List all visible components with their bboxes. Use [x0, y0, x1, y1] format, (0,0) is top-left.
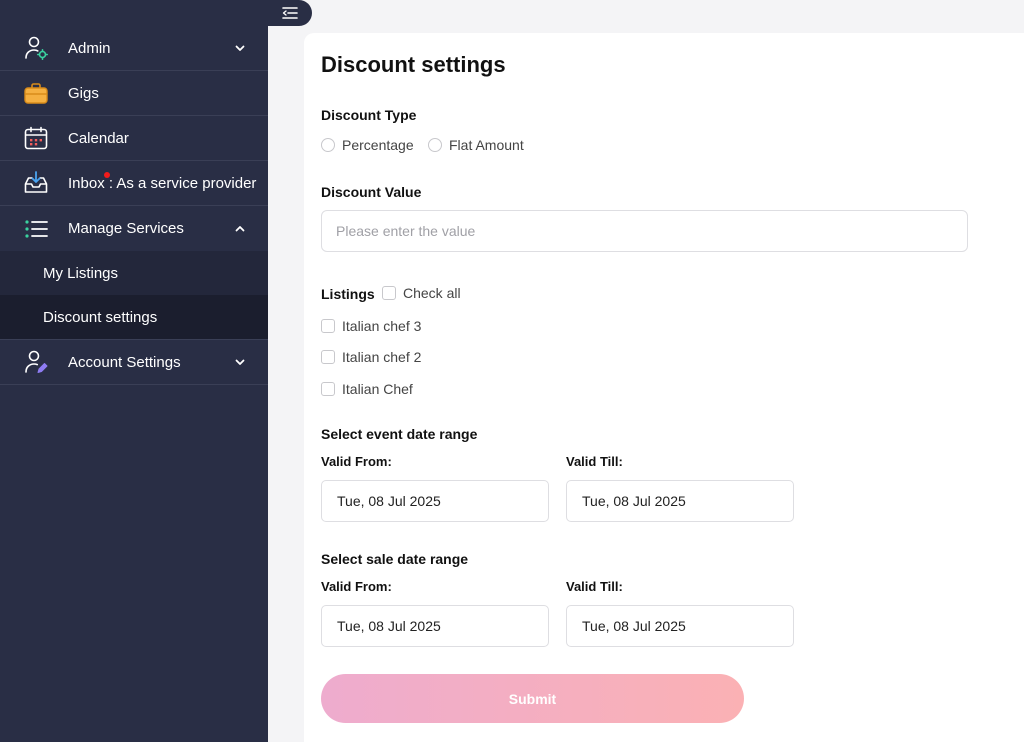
list-icon — [22, 215, 50, 243]
checkbox-box — [321, 319, 335, 333]
briefcase-icon — [22, 79, 50, 107]
checkbox-box — [321, 350, 335, 364]
sidebar-item-gigs[interactable]: Gigs — [0, 71, 268, 116]
sale-valid-from-label: Valid From: — [321, 579, 392, 594]
sidebar-collapse-button[interactable] — [268, 0, 312, 26]
sale-valid-till-input[interactable]: Tue, 08 Jul 2025 — [566, 605, 794, 647]
submit-button[interactable]: Submit — [321, 674, 744, 723]
sidebar-subitem-label: My Listings — [43, 264, 119, 282]
sidebar-subitem-my-listings[interactable]: My Listings — [0, 251, 268, 295]
sidebar-item-label: Calendar — [68, 129, 129, 147]
sidebar-item-label: Manage Services — [68, 220, 184, 237]
sale-date-range-label: Select sale date range — [321, 551, 469, 567]
sidebar-item-calendar[interactable]: Calendar — [0, 116, 268, 161]
event-valid-till-input[interactable]: Tue, 08 Jul 2025 — [566, 480, 794, 522]
sidebar-item-label: Inbox : As a service provider — [68, 174, 257, 192]
radio-label: Percentage — [342, 137, 414, 153]
checkbox-label: Italian chef 3 — [342, 318, 422, 334]
checkbox-box — [321, 382, 335, 396]
page-title: Discount settings — [321, 52, 506, 77]
chevron-up-icon — [235, 225, 245, 231]
user-edit-icon — [22, 348, 50, 376]
user-gear-icon — [22, 34, 50, 62]
chevron-down-icon — [235, 45, 245, 51]
radio-circle — [428, 138, 442, 152]
discount-type-label: Discount Type — [321, 107, 417, 123]
checkbox-label: Italian chef 2 — [342, 349, 422, 365]
sidebar: Admin Gigs Calendar Inbox: As a service… — [0, 0, 268, 742]
calendar-icon — [22, 124, 50, 152]
manage-services-submenu: My Listings Discount settings — [0, 251, 268, 340]
checkbox-box — [382, 286, 396, 300]
notification-dot — [104, 172, 110, 178]
sale-valid-from-input[interactable]: Tue, 08 Jul 2025 — [321, 605, 549, 647]
radio-percentage[interactable]: Percentage — [321, 137, 414, 153]
menu-collapse-icon — [282, 7, 298, 19]
sidebar-subitem-label: Discount settings — [43, 308, 158, 326]
sidebar-item-account-settings[interactable]: Account Settings — [0, 340, 268, 385]
listing-checkbox[interactable]: Italian Chef — [321, 381, 413, 397]
check-all-checkbox[interactable]: Check all — [382, 285, 461, 301]
listing-checkbox[interactable]: Italian chef 2 — [321, 349, 421, 365]
event-valid-from-input[interactable]: Tue, 08 Jul 2025 — [321, 480, 549, 522]
sidebar-item-label: Admin — [68, 39, 111, 57]
radio-flat-amount[interactable]: Flat Amount — [428, 137, 524, 153]
sidebar-item-admin[interactable]: Admin — [0, 26, 268, 71]
sidebar-item-manage-services[interactable]: Manage Services — [0, 206, 268, 251]
discount-value-input[interactable] — [321, 210, 968, 252]
radio-circle — [321, 138, 335, 152]
sidebar-item-label: Gigs — [68, 84, 99, 102]
event-valid-from-label: Valid From: — [321, 454, 392, 469]
radio-label: Flat Amount — [449, 137, 524, 153]
listing-checkbox[interactable]: Italian chef 3 — [321, 318, 421, 334]
listings-label: Listings — [321, 286, 375, 302]
event-valid-till-label: Valid Till: — [566, 454, 623, 469]
sale-valid-till-label: Valid Till: — [566, 579, 623, 594]
event-date-range-label: Select event date range — [321, 426, 478, 442]
checkbox-label: Check all — [403, 285, 461, 301]
discount-value-label: Discount Value — [321, 184, 422, 200]
sidebar-item-label: Account Settings — [68, 353, 181, 371]
inbox-icon — [22, 169, 50, 197]
sidebar-item-inbox[interactable]: Inbox : As a service provider — [0, 161, 268, 206]
checkbox-label: Italian Chef — [342, 381, 413, 397]
chevron-down-icon — [235, 359, 245, 365]
discount-settings-panel: Discount settings Discount Type Percenta… — [304, 33, 1024, 742]
sidebar-subitem-discount-settings[interactable]: Discount settings — [0, 295, 268, 339]
